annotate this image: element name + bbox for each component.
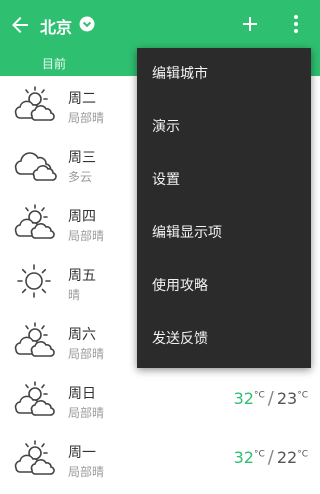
forecast-row[interactable]: 周日 局部晴 32°C/23°C: [0, 371, 320, 430]
day-label: 周二: [68, 91, 96, 107]
temperature-range: 32°C/22°C: [234, 447, 308, 468]
temp-unit: °C: [253, 390, 265, 401]
cloudy-icon: [14, 152, 57, 181]
plus-icon[interactable]: [238, 12, 262, 36]
sunny-icon: [17, 264, 51, 298]
high-temp: 32: [233, 448, 254, 467]
day-label: 周一: [68, 445, 96, 461]
day-label: 周五: [68, 268, 96, 284]
menu-item-feedback[interactable]: 发送反馈: [137, 313, 311, 366]
chevron-down-circle-icon[interactable]: [79, 16, 95, 32]
menu-item-guide[interactable]: 使用攻略: [137, 260, 311, 313]
forecast-row[interactable]: 周一 局部晴 32°C/22°C: [0, 430, 320, 489]
menu-item-edit-display[interactable]: 编辑显示项: [137, 207, 311, 260]
high-temp: 32: [233, 389, 254, 408]
menu-item-edit-cities[interactable]: 编辑城市: [137, 48, 311, 101]
current-label[interactable]: 目前: [42, 55, 66, 72]
condition-label: 局部晴: [68, 229, 105, 243]
condition-label: 局部晴: [68, 465, 105, 479]
menu-item-demo[interactable]: 演示: [137, 101, 311, 154]
partly-sunny-icon: [14, 204, 55, 239]
temp-separator: /: [267, 388, 274, 409]
partly-sunny-icon: [14, 440, 55, 475]
temp-unit: °C: [297, 390, 308, 401]
low-temp: 22: [276, 448, 298, 467]
condition-label: 局部晴: [68, 406, 105, 420]
day-label: 周三: [68, 150, 96, 166]
temperature-range: 32°C/23°C: [234, 388, 308, 409]
low-temp: 23: [276, 389, 298, 408]
more-vert-icon[interactable]: [286, 12, 306, 36]
condition-label: 局部晴: [68, 111, 105, 125]
day-label: 周四: [68, 209, 96, 225]
temp-unit: °C: [297, 449, 308, 460]
page-title[interactable]: 北京: [40, 14, 72, 38]
partly-sunny-icon: [14, 322, 55, 357]
day-label: 周日: [68, 386, 96, 402]
condition-label: 多云: [68, 170, 93, 184]
condition-label: 晴: [68, 288, 81, 302]
menu-item-settings[interactable]: 设置: [137, 154, 311, 207]
arrow-left-icon[interactable]: [8, 13, 32, 37]
partly-sunny-icon: [14, 86, 55, 121]
app-bar: 北京: [0, 0, 320, 50]
partly-sunny-icon: [14, 381, 55, 416]
day-label: 周六: [68, 327, 96, 343]
temp-separator: /: [267, 447, 274, 468]
temp-unit: °C: [253, 449, 265, 460]
condition-label: 局部晴: [68, 347, 105, 361]
overflow-menu: 编辑城市 演示 设置 编辑显示项 使用攻略 发送反馈: [137, 48, 311, 368]
